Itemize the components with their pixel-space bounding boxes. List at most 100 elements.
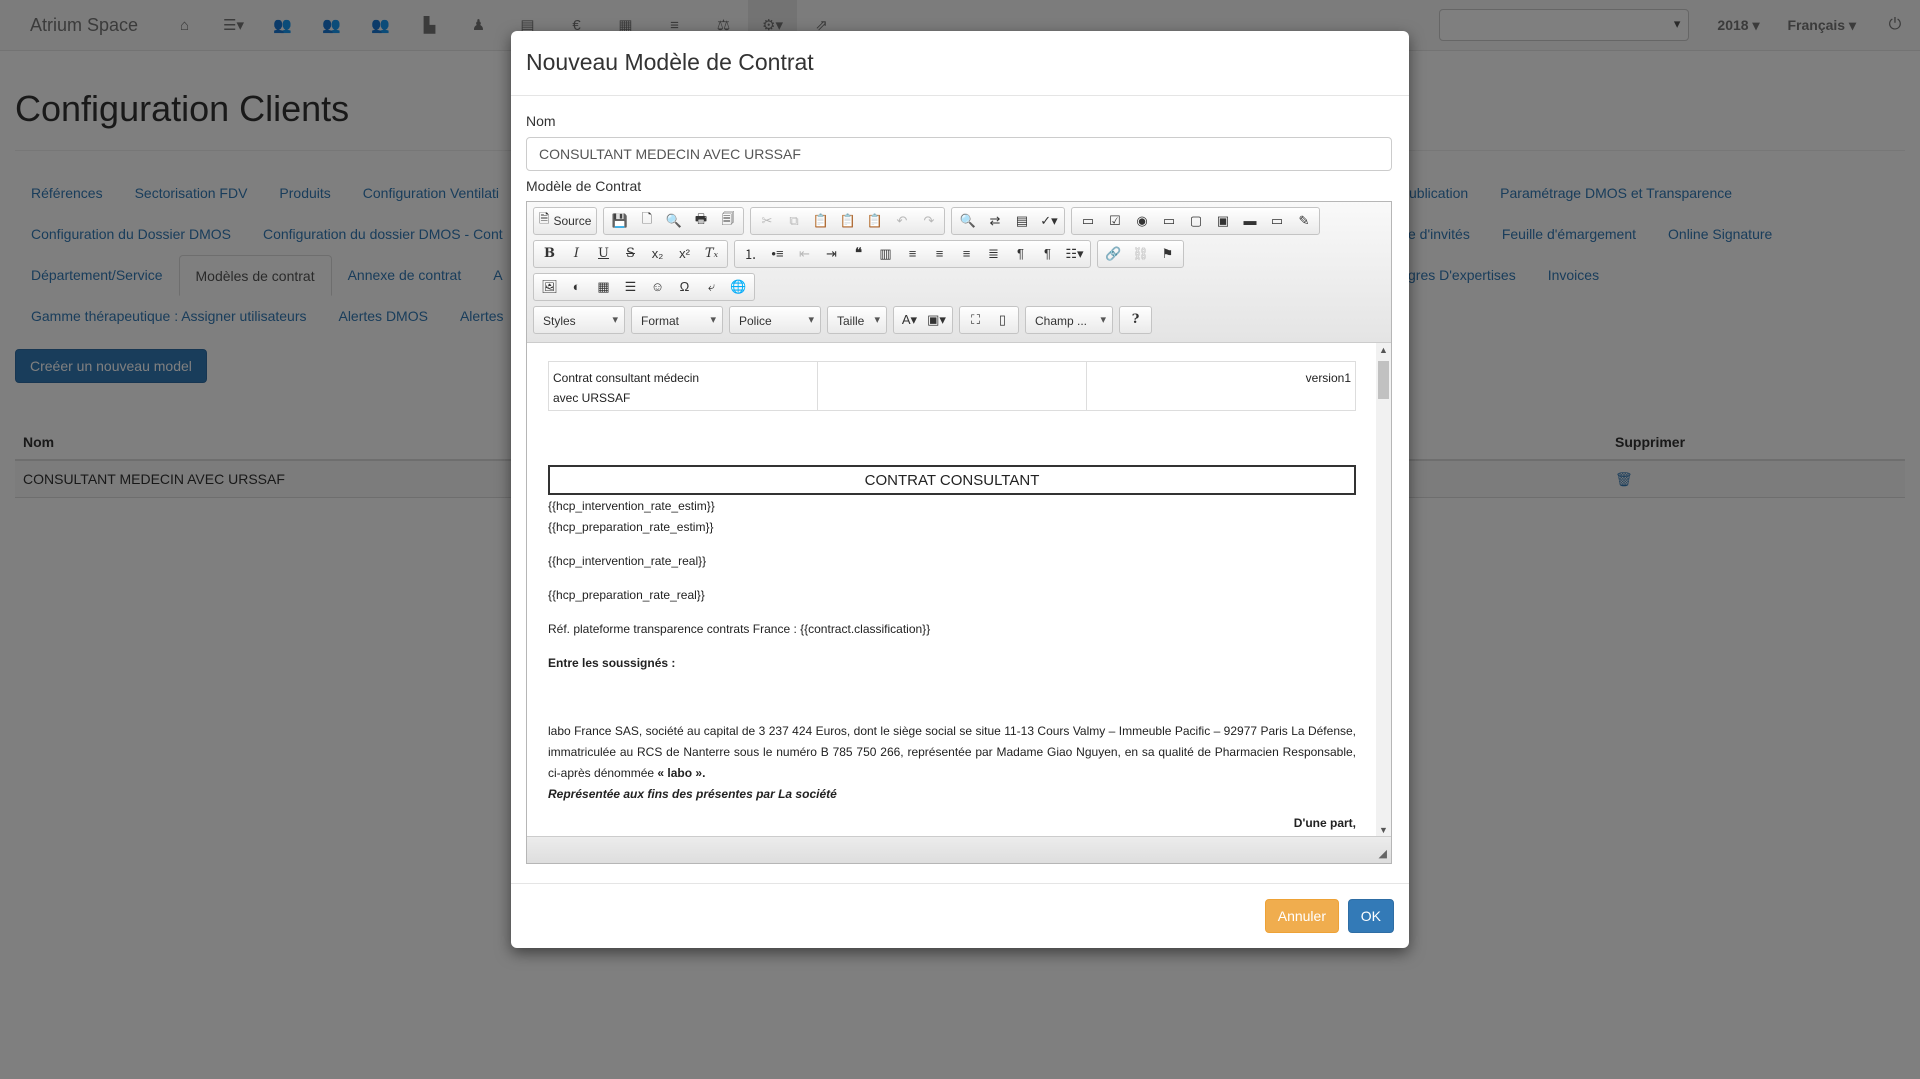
flash-icon[interactable]: ◐ (563, 275, 590, 299)
select-all-icon[interactable]: ▤ (1008, 209, 1035, 233)
editor-toolbar: 🗎 Source 💾 🗋 🔍 🖶 🗐 ✂ ⧉ 📋 📋 📋 ↶ ↷ 🔍 ⇄ ▤ ✓… (527, 202, 1391, 343)
redo-icon[interactable]: ↷ (915, 209, 942, 233)
new-page-icon[interactable]: 🗋 (633, 209, 660, 233)
form-icon[interactable]: ▭ (1074, 209, 1101, 233)
parties-heading: Entre les soussignés : (548, 656, 676, 670)
button-field-icon[interactable]: ▬ (1236, 209, 1263, 233)
strikethrough-icon[interactable]: S (617, 242, 644, 266)
cancel-button[interactable]: Annuler (1264, 899, 1339, 933)
field-combo[interactable]: Champ ... (1025, 305, 1113, 334)
modal-title: Nouveau Modèle de Contrat (526, 49, 814, 75)
represented-by-line: Représentée aux fins des présentes par L… (548, 787, 837, 801)
page-break-icon[interactable]: ⤶ (698, 275, 725, 299)
name-label: Nom (526, 113, 556, 129)
indent-icon[interactable]: ⇥ (818, 242, 845, 266)
text-color-icon[interactable]: A▾ (896, 308, 923, 332)
save-icon[interactable]: 💾 (606, 209, 633, 233)
numbered-list-icon[interactable]: ⒈ (737, 242, 764, 266)
unlink-icon[interactable]: ⛓ (1127, 242, 1154, 266)
paste-word-icon[interactable]: 📋 (861, 209, 888, 233)
horizontal-line-icon[interactable]: ☰ (617, 275, 644, 299)
remove-format-icon[interactable]: Tₓ (698, 242, 725, 266)
reference-line: Réf. plateforme transparence contrats Fr… (548, 622, 931, 636)
placeholder-line-3: {{hcp_intervention_rate_real}} (548, 554, 707, 568)
language-icon[interactable]: ☷▾ (1061, 242, 1088, 266)
source-button[interactable]: 🗎 Source (536, 209, 594, 233)
image-icon[interactable]: 🖼 (536, 275, 563, 299)
styles-combo[interactable]: Styles (533, 305, 625, 334)
select-field-icon[interactable]: ▣ (1209, 209, 1236, 233)
maximize-icon[interactable]: ⛶ (962, 308, 989, 332)
underline-icon[interactable]: U (590, 242, 617, 266)
first-party-line: D'une part, (1293, 816, 1356, 830)
contract-title-box: CONTRAT CONSULTANT (548, 465, 1356, 495)
ltr-icon[interactable]: ¶ (1007, 242, 1034, 266)
find-icon[interactable]: 🔍 (954, 209, 981, 233)
header-middle-cell (818, 362, 1087, 410)
version-label: version1 (1305, 371, 1351, 385)
template-label: Modèle de Contrat (526, 178, 642, 194)
cut-icon[interactable]: ✂ (753, 209, 780, 233)
checkbox-icon[interactable]: ☑ (1101, 209, 1128, 233)
outdent-icon[interactable]: ⇤ (791, 242, 818, 266)
new-contract-template-modal: Nouveau Modèle de Contrat Nom Modèle de … (511, 31, 1409, 948)
iframe-icon[interactable]: 🌐 (725, 275, 752, 299)
blockquote-icon[interactable]: ❝ (845, 242, 872, 266)
scroll-thumb[interactable] (1378, 361, 1389, 399)
print-icon[interactable]: 🖶 (687, 209, 714, 233)
format-combo[interactable]: Format (631, 305, 723, 334)
font-combo[interactable]: Police (729, 305, 821, 334)
modal-footer: Annuler OK (511, 883, 1409, 948)
header-table: Contrat consultant médecin avec URSSAF v… (548, 361, 1356, 411)
size-combo[interactable]: Taille (827, 305, 887, 334)
background-color-icon[interactable]: ▣▾ (923, 308, 950, 332)
rich-text-editor: 🗎 Source 💾 🗋 🔍 🖶 🗐 ✂ ⧉ 📋 📋 📋 ↶ ↷ 🔍 ⇄ ▤ ✓… (526, 201, 1392, 864)
editor-scrollbar[interactable]: ▲ ▼ (1376, 343, 1391, 837)
modal-header: Nouveau Modèle de Contrat (511, 31, 1409, 96)
scroll-up-icon[interactable]: ▲ (1376, 345, 1391, 355)
spellcheck-icon[interactable]: ✓▾ (1035, 209, 1062, 233)
placeholder-line-4: {{hcp_preparation_rate_real}} (548, 588, 705, 602)
bulleted-list-icon[interactable]: •≡ (764, 242, 791, 266)
name-input[interactable] (526, 137, 1392, 171)
anchor-icon[interactable]: ⚑ (1154, 242, 1181, 266)
textfield-icon[interactable]: ▭ (1155, 209, 1182, 233)
align-right-icon[interactable]: ≡ (953, 242, 980, 266)
link-icon[interactable]: 🔗 (1100, 242, 1127, 266)
source-label: Source (553, 213, 592, 228)
align-justify-icon[interactable]: ≣ (980, 242, 1007, 266)
hidden-field-icon[interactable]: ✎ (1290, 209, 1317, 233)
image-button-icon[interactable]: ▭ (1263, 209, 1290, 233)
textarea-icon[interactable]: ▢ (1182, 209, 1209, 233)
undo-icon[interactable]: ↶ (888, 209, 915, 233)
rtl-icon[interactable]: ¶ (1034, 242, 1061, 266)
replace-icon[interactable]: ⇄ (981, 209, 1008, 233)
modal-body: Nom Modèle de Contrat 🗎Source 💾 🗋 🔍 🖶 🗐 (511, 113, 1409, 864)
radio-icon[interactable]: ◉ (1128, 209, 1155, 233)
preview-icon[interactable]: 🔍 (660, 209, 687, 233)
scroll-down-icon[interactable]: ▼ (1376, 825, 1391, 835)
resize-grip-icon[interactable]: ◢ (1379, 847, 1387, 860)
table-icon[interactable]: ▦ (590, 275, 617, 299)
paste-icon[interactable]: 📋 (807, 209, 834, 233)
align-center-icon[interactable]: ≡ (926, 242, 953, 266)
align-left-icon[interactable]: ≡ (899, 242, 926, 266)
paste-text-icon[interactable]: 📋 (834, 209, 861, 233)
bold-icon[interactable]: B (536, 242, 563, 266)
templates-icon[interactable]: 🗐 (714, 209, 741, 233)
show-blocks-icon[interactable]: ▯ (989, 308, 1016, 332)
copy-icon[interactable]: ⧉ (780, 209, 807, 233)
header-left-cell: Contrat consultant médecin avec URSSAF (549, 362, 818, 410)
source-icon: 🗎 (539, 210, 550, 226)
smiley-icon[interactable]: ☺ (644, 275, 671, 299)
help-icon[interactable]: ? (1122, 308, 1149, 332)
subscript-icon[interactable]: x₂ (644, 242, 671, 266)
italic-icon[interactable]: I (563, 242, 590, 266)
placeholder-line-2: {{hcp_preparation_rate_estim}} (548, 520, 714, 534)
editor-content-area[interactable]: Contrat consultant médecin avec URSSAF v… (527, 343, 1377, 837)
special-char-icon[interactable]: Ω (671, 275, 698, 299)
div-container-icon[interactable]: ▥ (872, 242, 899, 266)
superscript-icon[interactable]: x² (671, 242, 698, 266)
placeholder-line-1: {{hcp_intervention_rate_estim}} (548, 499, 715, 513)
ok-button[interactable]: OK (1347, 899, 1394, 933)
